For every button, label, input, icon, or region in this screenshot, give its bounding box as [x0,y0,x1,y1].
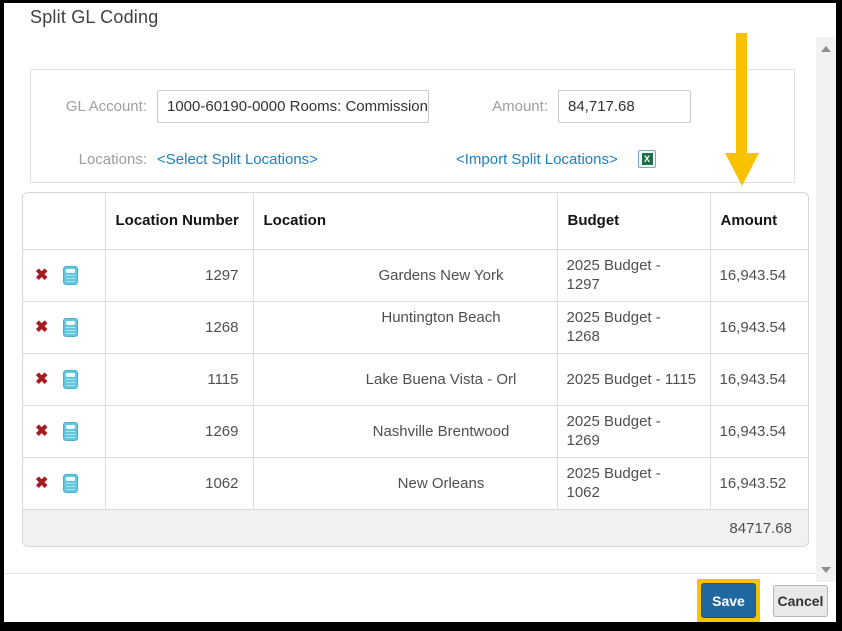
excel-icon[interactable]: X [638,150,656,168]
table-row: ✖ 1115 Lake Buena Vista - Orl 2025 Budge… [23,353,808,405]
amount-cell: 16,943.54 [710,301,808,353]
split-locations-table: Location Number Location Budget Amount ✖… [22,192,809,547]
delete-row-icon[interactable]: ✖ [35,265,48,285]
row-actions-cell: ✖ [23,353,105,405]
table-body: ✖ 1297 Gardens New York 2025 Budget - 12… [23,249,808,509]
calculator-icon[interactable] [63,474,78,493]
calculator-icon[interactable] [63,422,78,441]
table-footer-row: 84717.68 [23,509,808,547]
location-cell: Gardens New York [253,249,557,301]
budget-cell: 2025 Budget - 1115 [557,353,710,405]
row-actions-cell: ✖ [23,249,105,301]
location-cell: New Orleans [253,457,557,509]
location-number-cell: 1062 [105,457,253,509]
amount-label: Amount: [486,98,548,115]
amount-cell: 16,943.54 [710,249,808,301]
budget-cell: 2025 Budget - 1269 [557,405,710,457]
save-button-highlight: Save [697,579,760,622]
delete-row-icon[interactable]: ✖ [35,473,48,493]
calculator-icon[interactable] [63,318,78,337]
gl-form-panel: GL Account: 1000-60190-0000 Rooms: Commi… [30,69,795,183]
annotation-arrow-shaft [736,33,747,153]
location-number-cell: 1268 [105,301,253,353]
location-column-header: Location [253,193,557,249]
delete-row-icon[interactable]: ✖ [35,369,48,389]
scrollbar-up-icon[interactable] [821,46,831,52]
cancel-button[interactable]: Cancel [773,585,828,617]
gl-account-label: GL Account: [63,98,147,115]
page-title: Split GL Coding [30,7,158,28]
budget-cell: 2025 Budget - 1268 [557,301,710,353]
location-number-cell: 1115 [105,353,253,405]
delete-row-icon[interactable]: ✖ [35,421,48,441]
location-number-cell: 1297 [105,249,253,301]
row-actions-cell: ✖ [23,405,105,457]
delete-row-icon[interactable]: ✖ [35,317,48,337]
vertical-scrollbar[interactable] [816,37,836,582]
scrollbar-down-icon[interactable] [821,567,831,573]
gl-account-input[interactable]: 1000-60190-0000 Rooms: Commission [157,90,429,123]
table-row: ✖ 1062 New Orleans 2025 Budget - 1062 16… [23,457,808,509]
annotation-arrow-down-icon [725,153,759,186]
import-split-locations-link[interactable]: <Import Split Locations> [456,151,618,168]
location-cell: Lake Buena Vista - Orl [253,353,557,405]
amount-cell: 16,943.54 [710,353,808,405]
screenshot-frame: Split GL Coding GL Account: 1000-60190-0… [0,0,842,631]
amount-column-header: Amount [710,193,808,249]
calculator-icon[interactable] [63,370,78,389]
footer-divider [4,573,836,574]
total-amount: 84717.68 [23,509,808,547]
select-split-locations-link[interactable]: <Select Split Locations> [157,151,318,168]
save-button[interactable]: Save [701,583,756,618]
amount-input[interactable]: 84,717.68 [558,90,691,123]
location-number-column-header: Location Number [105,193,253,249]
table-header-row: Location Number Location Budget Amount [23,193,808,249]
location-cell: Huntington Beach [253,301,557,353]
amount-cell: 16,943.52 [710,457,808,509]
locations-label: Locations: [63,151,147,168]
budget-column-header: Budget [557,193,710,249]
split-gl-coding-dialog: Split GL Coding GL Account: 1000-60190-0… [4,3,836,622]
row-actions-cell: ✖ [23,457,105,509]
budget-cell: 2025 Budget - 1062 [557,457,710,509]
calculator-icon[interactable] [63,266,78,285]
location-cell: Nashville Brentwood [253,405,557,457]
table-row: ✖ 1269 Nashville Brentwood 2025 Budget -… [23,405,808,457]
amount-cell: 16,943.54 [710,405,808,457]
table-row: ✖ 1297 Gardens New York 2025 Budget - 12… [23,249,808,301]
row-actions-cell: ✖ [23,301,105,353]
budget-cell: 2025 Budget - 1297 [557,249,710,301]
table-row: ✖ 1268 Huntington Beach 2025 Budget - 12… [23,301,808,353]
actions-column-header [23,193,105,249]
location-number-cell: 1269 [105,405,253,457]
